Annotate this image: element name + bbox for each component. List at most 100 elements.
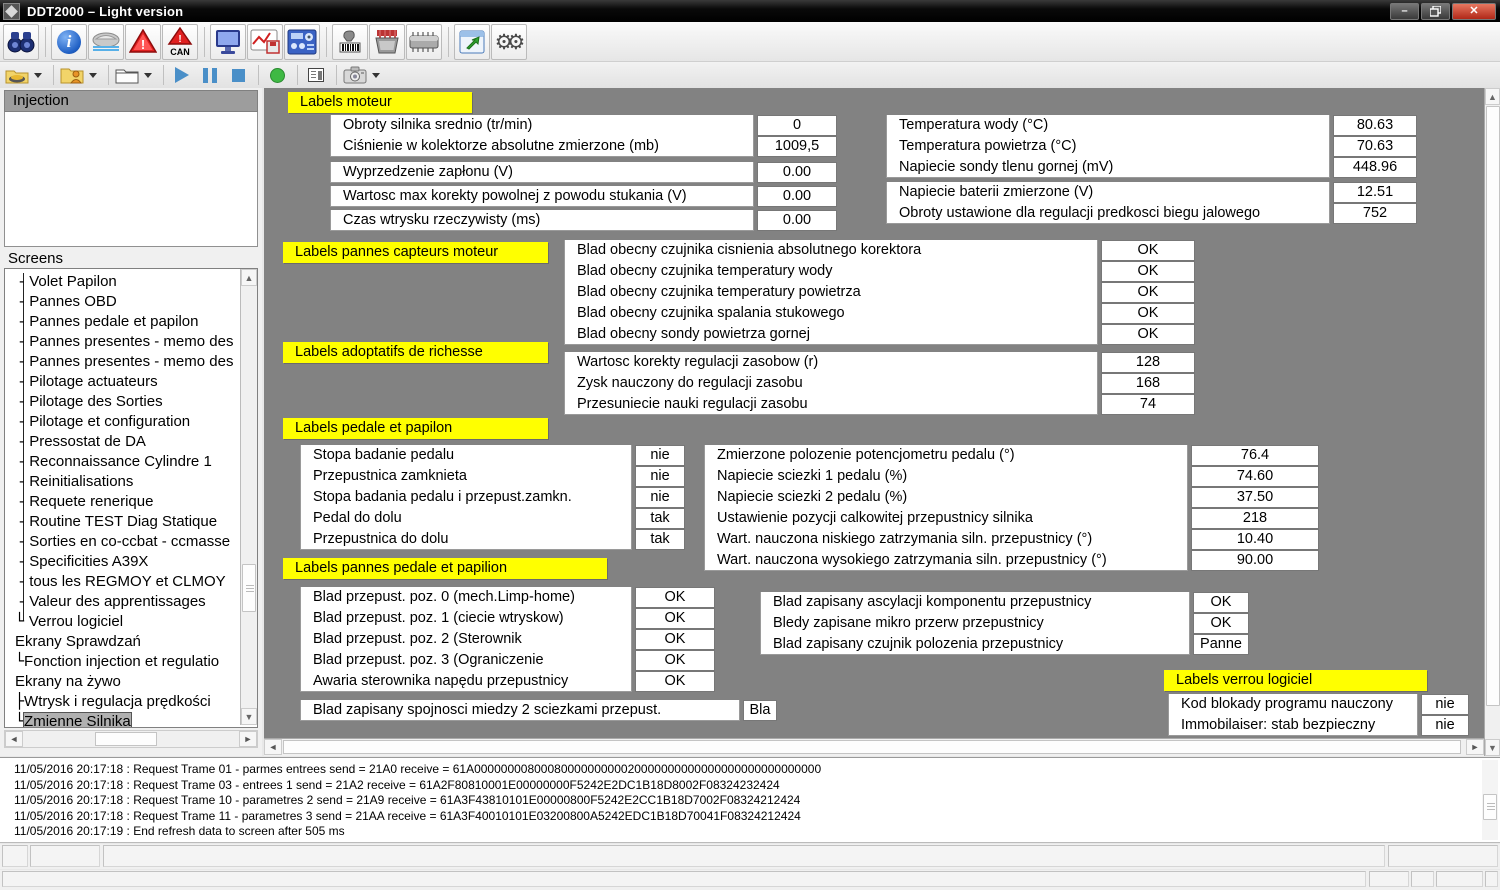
scroll-right-icon[interactable]: ► [1466,739,1484,755]
car-diagnostic-icon[interactable] [88,24,124,60]
info-icon[interactable]: i [51,24,87,60]
open-folder-dropdown-icon[interactable] [144,73,152,78]
screen-list-item[interactable]: - Volet Papilon [5,271,237,291]
param-value: OK [1101,240,1195,261]
screen-list-item[interactable]: └Fonction injection et regulatio [5,651,237,671]
screenshot-icon[interactable] [342,64,368,86]
screen-list-item[interactable]: - Routine TEST Diag Statique [5,511,237,531]
gears-icon[interactable]: ⚙⚙ [491,24,527,60]
param-label: Pedal do dolu [300,508,632,529]
connector-icon[interactable] [369,24,405,60]
record-icon[interactable] [264,64,290,86]
communication-log[interactable]: 11/05/2016 20:17:18 : Request Trame 01 -… [0,757,1500,843]
param-row: Napiecie baterii zmierzone (V)12.51 [886,182,1417,203]
screen-item-label: Ekrany Sprawdzań [15,633,141,650]
screen-list-item[interactable]: - Pressostat de DA [5,431,237,451]
chip-icon[interactable] [406,24,442,60]
screen-list-item[interactable]: - Reinitialisations [5,471,237,491]
screen-item-label: Fonction injection et regulatio [24,653,219,670]
screen-list-item[interactable]: - Pannes pedale et papilon [5,311,237,331]
scroll-up-icon[interactable]: ▲ [1485,88,1500,105]
scroll-left-icon[interactable]: ◄ [5,731,23,747]
minimize-icon[interactable]: – [1390,3,1419,20]
screen-list-item[interactable]: - Pilotage actuateurs [5,371,237,391]
screen-list-item[interactable]: - Pilotage des Sorties [5,391,237,411]
scroll-down-icon[interactable]: ▼ [1485,739,1500,756]
screen-list-item[interactable]: └ Verrou logiciel [5,611,237,631]
screen-list-item[interactable]: - Reconnaissance Cylindre 1 [5,451,237,471]
param-value: 10.40 [1191,529,1319,550]
open-vehicle-dropdown-icon[interactable] [34,73,42,78]
main-vscrollbar[interactable]: ▲ ▼ [1484,88,1500,756]
scroll-thumb[interactable] [1483,794,1497,820]
section-title-richesse: Labels adoptatifs de richesse [283,342,548,363]
param-label: Temperatura wody (°C) [886,115,1330,136]
param-row: Stopa badania pedalu i przepust.zamkn.ni… [300,487,685,508]
screen-list-item[interactable]: - tous les REGMOY et CLMOY [5,571,237,591]
param-row: Wartosc max korekty powolnej z powodu st… [330,186,837,207]
toolbar-separator [204,27,205,57]
param-row: Blad obecny czujnika temperatury wodyOK [564,261,1195,282]
section-title-moteur: Labels moteur [288,92,472,113]
control-panel-icon[interactable] [284,24,320,60]
scroll-thumb[interactable] [95,732,157,746]
sensor-icon[interactable] [332,24,368,60]
param-value: OK [635,587,715,608]
scroll-thumb[interactable] [283,740,1461,754]
screen-list-item[interactable]: - Requete renerique [5,491,237,511]
open-user-folder-dropdown-icon[interactable] [89,73,97,78]
warning-icon[interactable]: ! [125,24,161,60]
screen-list-item[interactable]: └Zmienne Silnika [5,711,237,728]
screen-list-item[interactable]: Ekrany na żywo [5,671,237,691]
screen-list-item[interactable]: - Pannes presentes - memo des [5,331,237,351]
moteur-group-injection-time: Czas wtrysku rzeczywisty (ms)0.00 [330,210,837,231]
param-value: tak [635,508,685,529]
stop-icon[interactable] [225,64,251,86]
screen-list-item[interactable]: - Specificities A39X [5,551,237,571]
scroll-right-icon[interactable]: ► [239,731,257,747]
screen-list-item[interactable]: ├Wtrysk i regulacja prędkości [5,691,237,711]
close-icon[interactable]: ✕ [1452,3,1496,20]
log-scrollbar[interactable] [1482,760,1498,840]
binoculars-icon[interactable] [3,24,39,60]
screenshot-dropdown-icon[interactable] [372,73,380,78]
screen-list-item[interactable]: - Pilotage et configuration [5,411,237,431]
play-icon[interactable] [169,64,195,86]
main-hscrollbar[interactable]: ◄ ► [264,738,1484,756]
param-label: Wart. nauczona niskiego zatrzymania siln… [704,529,1188,550]
scroll-down-icon[interactable]: ▼ [241,708,257,725]
open-vehicle-icon[interactable] [4,64,30,86]
scroll-thumb[interactable] [1486,106,1500,706]
screen-list-item[interactable]: - Sorties en co-ccbat - ccmasse [5,531,237,551]
param-label: Wartosc korekty regulacji zasobow (r) [564,352,1098,373]
window-export-icon[interactable] [454,24,490,60]
monitor-record-icon[interactable] [247,24,283,60]
screen-item-label: Pilotage actuateurs [29,373,157,390]
form-icon[interactable] [303,64,329,86]
screen-item-label: Pressostat de DA [29,433,146,450]
screen-list-item[interactable]: - Pannes presentes - memo des [5,351,237,371]
section-title-verrou: Labels verrou logiciel [1164,670,1427,691]
screen-list-item[interactable]: - Pannes OBD [5,291,237,311]
screens-scrollbar[interactable]: ▲ ▼ [240,269,257,725]
scroll-up-icon[interactable]: ▲ [241,269,257,286]
status-segment [1485,871,1498,887]
can-warning-icon[interactable]: ! CAN [162,24,198,60]
tree-prefix: └ [15,712,24,728]
injection-list[interactable] [4,112,258,247]
param-value: nie [635,487,685,508]
screen-list-item[interactable]: Ekrany Sprawdzań [5,631,237,651]
param-value: Bla [743,700,777,721]
monitor-icon[interactable] [210,24,246,60]
screens-hscrollbar[interactable]: ◄ ► [4,730,258,748]
tree-prefix: - [19,272,29,290]
param-label: Blad przepust. poz. 1 (ciecie wtryskow) [300,608,632,629]
open-folder-icon[interactable] [114,64,140,86]
restore-icon[interactable] [1421,3,1450,20]
param-row: Napiecie sciezki 1 pedalu (%)74.60 [704,466,1319,487]
screen-list-item[interactable]: - Valeur des apprentissages [5,591,237,611]
open-user-folder-icon[interactable] [59,64,85,86]
scroll-left-icon[interactable]: ◄ [264,739,282,755]
pause-icon[interactable] [197,64,223,86]
scroll-thumb[interactable] [242,564,256,612]
